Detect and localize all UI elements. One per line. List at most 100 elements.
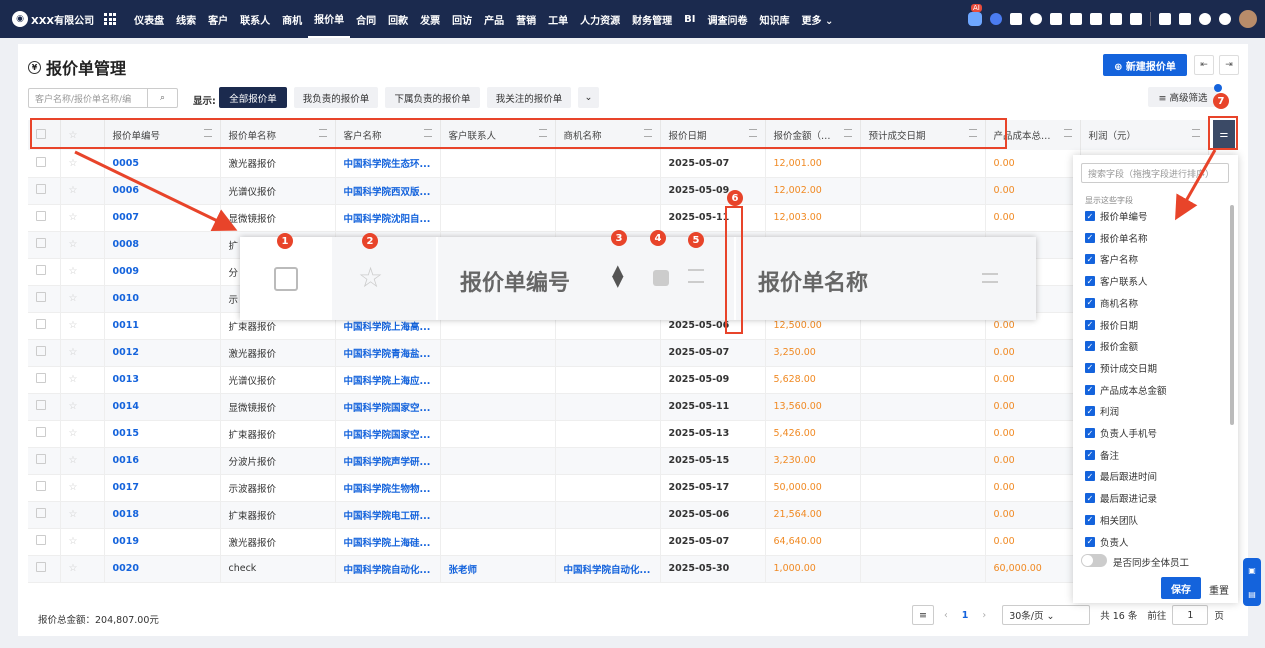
field-checkbox-item[interactable]: ✓ 最后跟进时间 [1085,469,1157,483]
table-cell[interactable]: 0010 [104,285,221,313]
star-icon[interactable]: ☆ [60,339,105,367]
nav-item[interactable]: 工单 [542,0,574,38]
table-cell[interactable]: 0008 [104,231,221,259]
table-cell[interactable] [555,420,661,448]
sort-icon[interactable]: ▲ ▼ [612,263,624,289]
avatar[interactable] [1239,10,1257,28]
panel-scrollbar[interactable] [1230,205,1234,425]
chat-icon[interactable] [990,13,1002,25]
field-checkbox-item[interactable]: ✓ 负责人 [1085,535,1129,549]
field-checkbox-item[interactable]: ✓ 相关团队 [1085,513,1138,527]
table-row[interactable]: ☆ 0012 激光器报价 中国科学院青海盐... 2025-05-07 3,250.00 0… [28,339,1209,367]
table-row[interactable]: ☆ 0020 check 中国科学院自动化... 张老师 中国科学院自动化... 2025-… [28,555,1209,583]
table-row[interactable]: ☆ 0018 扩束器报价 中国科学院电工研... 2025-05-06 21,564.00… [28,501,1209,529]
nav-item[interactable]: 客户 [202,0,234,38]
table-row[interactable]: ☆ 0006 光谱仪报价 中国科学院西双版... 2025-05-09 12,002.00… [28,177,1209,205]
field-search-input[interactable]: 搜索字段（拖拽字段进行排序） [1081,163,1229,183]
table-row[interactable]: ☆ 0005 激光器报价 中国科学院生态环... 2025-05-07 12,001.00… [28,150,1209,178]
nav-item[interactable]: 线索 [170,0,202,38]
table-row[interactable]: ☆ 0015 扩束器报价 中国科学院国家空... 2025-05-13 5,426.00 0… [28,420,1209,448]
row-checkbox[interactable] [28,258,61,286]
star-icon[interactable]: ☆ [60,258,105,286]
star-icon[interactable]: ☆ [60,366,105,394]
field-checkbox-item[interactable]: ✓ 客户联系人 [1085,274,1148,288]
table-cell[interactable]: 0006 [104,177,221,205]
table-cell[interactable]: 0019 [104,528,221,556]
field-checkbox-item[interactable]: ✓ 预计成交日期 [1085,361,1157,375]
table-cell[interactable]: 0018 [104,501,221,529]
table-cell[interactable]: 0005 [104,150,221,178]
nav-item[interactable]: 营销 [510,0,542,38]
star-icon[interactable]: ☆ [60,231,105,259]
user-icon[interactable] [1070,13,1082,25]
row-checkbox[interactable] [28,555,61,583]
table-cell[interactable]: 中国科学院上海应... [335,366,441,394]
select-all-checkbox[interactable] [274,267,298,291]
nav-item[interactable]: 更多 ⌄ [795,0,839,38]
page-size-select[interactable]: 30条/页 ⌄ [1002,605,1091,625]
field-checkbox-item[interactable]: ✓ 报价单名称 [1085,231,1148,245]
field-checkbox-item[interactable]: ✓ 最后跟进记录 [1085,491,1157,505]
field-checkbox-item[interactable]: ✓ 报价单编号 [1085,209,1148,223]
table-cell[interactable]: 0009 [104,258,221,286]
table-cell[interactable]: 中国科学院自动化... [335,555,441,583]
tab-followed-quotes[interactable]: 我关注的报价单 [487,87,571,108]
table-cell[interactable] [555,150,661,178]
table-cell[interactable] [555,339,661,367]
table-row[interactable]: ☆ 0017 示波器报价 中国科学院生物物... 2025-05-17 50,000.00… [28,474,1209,502]
table-cell[interactable] [555,204,661,232]
column-header[interactable]: 利润（元） [1080,120,1209,150]
bell-icon[interactable] [1179,13,1191,25]
nav-item[interactable]: 商机 [276,0,308,38]
row-checkbox[interactable] [28,501,61,529]
row-checkbox[interactable] [28,447,61,475]
table-cell[interactable] [555,447,661,475]
table-cell[interactable]: 中国科学院生物物... [335,474,441,502]
table-row[interactable]: ☆ 0013 光谱仪报价 中国科学院上海应... 2025-05-09 5,628.00 0… [28,366,1209,394]
table-row[interactable]: ☆ 0014 显微镜报价 中国科学院国家空... 2025-05-11 13,560.00… [28,393,1209,421]
table-cell[interactable]: 0014 [104,393,221,421]
field-checkbox-item[interactable]: ✓ 利润 [1085,404,1119,418]
row-checkbox[interactable] [28,474,61,502]
ai-assistant-icon[interactable]: AI [968,4,982,26]
table-cell[interactable] [555,366,661,394]
table-cell[interactable]: 中国科学院自动化... [555,555,661,583]
nav-item[interactable]: 财务管理 [626,0,678,38]
star-icon[interactable]: ☆ [60,393,105,421]
more-tabs-dropdown[interactable]: ⌄ [578,87,599,108]
field-checkbox-item[interactable]: ✓ 产品成本总金额 [1085,383,1167,397]
field-checkbox-item[interactable]: ✓ 商机名称 [1085,296,1138,310]
table-cell[interactable]: 中国科学院生态环... [335,150,441,178]
app-grid-icon[interactable] [104,13,117,25]
row-checkbox[interactable] [28,177,61,205]
import-button[interactable]: ⇤ [1194,55,1214,75]
nav-item[interactable]: 合同 [350,0,382,38]
table-cell[interactable]: 0013 [104,366,221,394]
star-icon[interactable]: ☆ [60,177,105,205]
nav-item[interactable]: 仪表盘 [128,0,170,38]
row-checkbox[interactable] [28,231,61,259]
save-button[interactable]: 保存 [1161,577,1201,599]
table-cell[interactable] [555,474,661,502]
tab-my-quotes[interactable]: 我负责的报价单 [294,87,378,108]
star-icon[interactable]: ☆ [60,474,105,502]
table-row[interactable]: ☆ 0016 分波片报价 中国科学院声学研... 2025-05-15 3,230.00 0… [28,447,1209,475]
current-page[interactable]: 1 [962,610,969,621]
reset-button[interactable]: 重置 [1209,582,1229,597]
mail-icon[interactable] [1050,13,1062,25]
star-icon[interactable]: ☆ [60,204,105,232]
field-checkbox-item[interactable]: ✓ 客户名称 [1085,252,1138,266]
nav-item[interactable]: 人力资源 [574,0,626,38]
gear-icon[interactable] [1219,13,1231,25]
table-cell[interactable]: 0016 [104,447,221,475]
new-quote-button[interactable]: ⊕ 新建报价单 [1103,54,1187,76]
table-cell[interactable] [555,177,661,205]
field-checkbox-item[interactable]: ✓ 备注 [1085,448,1119,462]
field-checkbox-item[interactable]: ✓ 报价日期 [1085,318,1138,332]
row-checkbox[interactable] [28,528,61,556]
row-checkbox[interactable] [28,285,61,313]
tab-subordinate-quotes[interactable]: 下属负责的报价单 [385,87,480,108]
star-icon[interactable]: ☆ [60,312,105,340]
prev-page-button[interactable]: ‹ [944,610,948,621]
table-cell[interactable]: 0007 [104,204,221,232]
